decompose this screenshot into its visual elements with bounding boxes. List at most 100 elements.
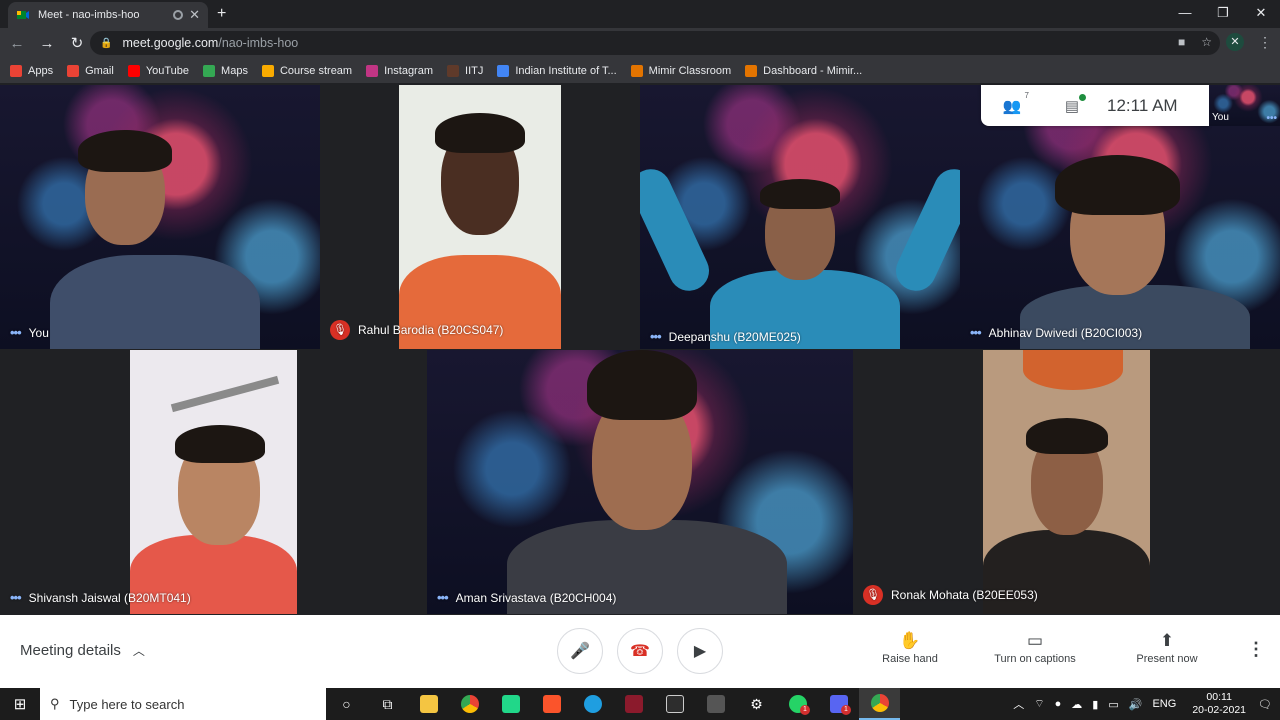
- more-options-icon[interactable]: •••: [650, 329, 662, 344]
- task-view-icon[interactable]: ⧉: [367, 688, 408, 720]
- bookmark-item[interactable]: Dashboard - Mimir...: [745, 64, 862, 77]
- new-tab-button[interactable]: +: [217, 5, 226, 23]
- epic-games-icon[interactable]: [654, 688, 695, 720]
- pycharm-icon[interactable]: [490, 688, 531, 720]
- participant-tile-rahul[interactable]: 🎙 Rahul Barodia (B20CS047): [320, 85, 640, 349]
- bookmark-label: Apps: [28, 64, 54, 77]
- browser-menu-icon[interactable]: ⋮: [1258, 34, 1272, 51]
- bookmark-item[interactable]: IITJ: [447, 64, 483, 77]
- search-placeholder: Type here to search: [69, 696, 185, 712]
- brave-icon[interactable]: [531, 688, 572, 720]
- meeting-details-button[interactable]: Meeting details ︿: [20, 642, 145, 659]
- participant-name: Ronak Mohata (B20EE053): [891, 588, 1038, 602]
- more-options-icon[interactable]: •••: [437, 590, 449, 605]
- captions-button[interactable]: ▭ Turn on captions: [980, 629, 1090, 665]
- bookmark-item[interactable]: Gmail: [67, 64, 114, 77]
- people-count: 7: [1024, 90, 1029, 100]
- discord-icon[interactable]: 1: [818, 688, 859, 720]
- bookmark-item[interactable]: Indian Institute of T...: [497, 64, 617, 77]
- app-tray-icon[interactable]: ●: [1055, 698, 1062, 710]
- bookmark-label: Maps: [221, 64, 248, 77]
- bookmark-item[interactable]: Course stream: [261, 64, 352, 77]
- clock-time: 00:11: [1206, 691, 1232, 703]
- camera-in-use-icon[interactable]: ■: [1178, 35, 1185, 49]
- people-icon[interactable]: 👥 7: [1001, 91, 1029, 115]
- valorant-icon[interactable]: [613, 688, 654, 720]
- extension-icon[interactable]: ✕: [1226, 33, 1244, 51]
- bookmark-star-icon[interactable]: ☆: [1201, 35, 1212, 49]
- meeting-info-card: 👥 7 ▤ 12:11 AM: [981, 85, 1209, 126]
- bookmark-item[interactable]: Instagram: [366, 64, 434, 77]
- more-options-icon[interactable]: •••: [970, 325, 982, 340]
- forward-icon[interactable]: →: [34, 35, 60, 52]
- audio-playing-icon: [173, 10, 184, 20]
- microphone-button[interactable]: 🎤: [557, 628, 603, 674]
- raise-hand-button[interactable]: ✋ Raise hand: [855, 629, 965, 665]
- close-window-button[interactable]: ✕: [1242, 0, 1280, 28]
- notification-badge: 1: [800, 705, 810, 715]
- participant-tile-ronak[interactable]: 🎙 Ronak Mohata (B20EE053): [853, 350, 1280, 614]
- bookmark-favicon-icon: [261, 64, 274, 77]
- notifications-icon[interactable]: 🗨: [1258, 698, 1272, 711]
- address-bar[interactable]: 🔒 meet.google.com /nao-imbs-hoo ■ ☆: [90, 31, 1220, 55]
- mic-tray-icon[interactable]: ▮: [1092, 698, 1098, 711]
- browser-toolbar: ← → ↻ 🔒 meet.google.com /nao-imbs-hoo ■ …: [0, 28, 1280, 58]
- more-options-icon[interactable]: ⋮: [1247, 639, 1265, 660]
- tab-close-icon[interactable]: ✕: [189, 7, 200, 23]
- participant-video: [399, 85, 561, 349]
- participant-tile-aman[interactable]: ••• Aman Srivastava (B20CH004): [427, 350, 853, 614]
- chrome-active-icon[interactable]: [859, 688, 900, 720]
- settings-gear-icon[interactable]: ⚙: [736, 688, 777, 720]
- volume-icon[interactable]: 🔊: [1129, 698, 1143, 711]
- participant-video: [130, 350, 297, 614]
- file-explorer-icon[interactable]: [408, 688, 449, 720]
- lock-icon: 🔒: [100, 37, 113, 49]
- bookmark-label: Mimir Classroom: [648, 64, 732, 77]
- raise-hand-label: Raise hand: [882, 653, 938, 665]
- whatsapp-icon[interactable]: 1: [777, 688, 818, 720]
- meeting-controls-bar: Meeting details ︿ 🎤 ☎ ▶ ✋ Raise hand ▭ T…: [0, 615, 1280, 688]
- chrome-icon[interactable]: [449, 688, 490, 720]
- participant-name: Aman Srivastava (B20CH004): [455, 590, 617, 605]
- language-indicator[interactable]: ENG: [1152, 698, 1176, 710]
- chevron-up-icon[interactable]: ︿: [1013, 696, 1024, 712]
- bookmark-favicon-icon: [127, 64, 140, 77]
- battery-icon[interactable]: ▭: [1108, 698, 1118, 711]
- minimize-button[interactable]: —: [1166, 0, 1204, 28]
- url-path: /nao-imbs-hoo: [218, 36, 299, 50]
- self-view-thumbnail[interactable]: You •••: [1209, 85, 1280, 126]
- edge-icon[interactable]: [572, 688, 613, 720]
- bookmark-item[interactable]: Maps: [203, 64, 248, 77]
- leave-call-button[interactable]: ☎: [617, 628, 663, 674]
- participant-video: [50, 255, 260, 349]
- maximize-button[interactable]: ❐: [1204, 0, 1242, 28]
- cortana-icon[interactable]: ○: [326, 688, 367, 720]
- participant-tile-you[interactable]: ••• You: [0, 85, 320, 349]
- network-icon[interactable]: ⌔: [1034, 697, 1044, 711]
- reload-icon[interactable]: ↻: [64, 34, 90, 52]
- participant-tile-shivansh[interactable]: ••• Shivansh Jaiswal (B20MT041): [0, 350, 427, 614]
- bookmark-item[interactable]: YouTube: [127, 64, 190, 77]
- system-clock[interactable]: 00:11 20-02-2021: [1192, 691, 1246, 717]
- cloud-icon[interactable]: ☁: [1071, 698, 1082, 711]
- participant-name-label: ••• Shivansh Jaiswal (B20MT041): [10, 590, 191, 605]
- present-now-button[interactable]: ⬆ Present now: [1112, 629, 1222, 665]
- participant-name: Abhinav Dwivedi (B20CI003): [988, 325, 1143, 340]
- bookmark-item[interactable]: Mimir Classroom: [630, 64, 732, 77]
- taskbar-search-box[interactable]: ⚲ Type here to search: [40, 688, 326, 720]
- game-icon[interactable]: [695, 688, 736, 720]
- browser-tab[interactable]: Meet - nao-imbs-hoo ✕: [8, 2, 208, 28]
- participant-tile-deepanshu[interactable]: [640, 85, 960, 349]
- more-options-icon[interactable]: •••: [10, 325, 22, 340]
- bookmark-label: Instagram: [384, 64, 434, 77]
- notification-badge: 1: [841, 705, 851, 715]
- windows-start-icon[interactable]: ⊞: [0, 688, 40, 720]
- bookmark-item[interactable]: Apps: [10, 64, 54, 77]
- camera-button[interactable]: ▶: [677, 628, 723, 674]
- bookmark-label: YouTube: [145, 64, 190, 77]
- back-icon[interactable]: ←: [4, 35, 30, 52]
- chat-icon[interactable]: ▤: [1061, 93, 1086, 115]
- more-options-icon[interactable]: •••: [1266, 113, 1277, 124]
- browser-tab-strip: Meet - nao-imbs-hoo ✕ + — ❐ ✕: [0, 0, 1280, 28]
- more-options-icon[interactable]: •••: [10, 590, 22, 605]
